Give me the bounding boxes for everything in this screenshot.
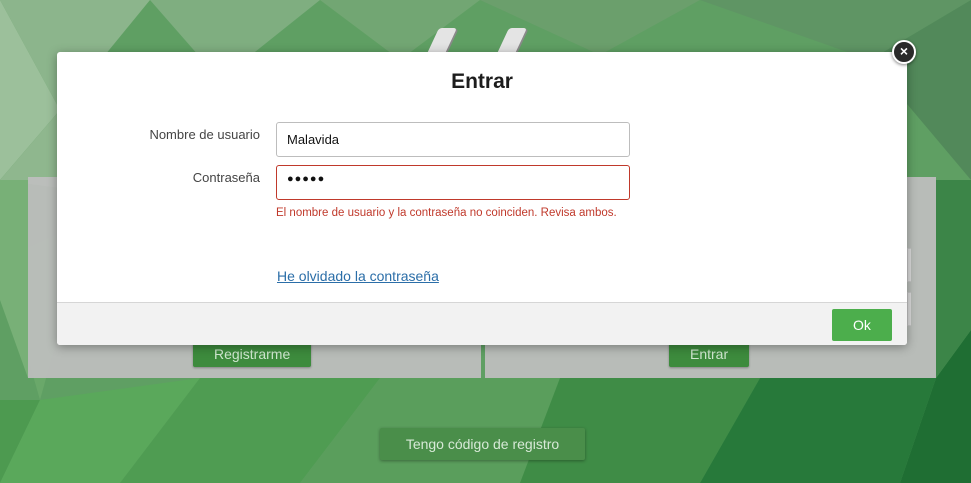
ok-button[interactable]: Ok — [832, 309, 892, 341]
registration-code-button[interactable]: Tengo código de registro — [380, 428, 585, 460]
modal-footer: Ok — [57, 302, 907, 345]
close-icon[interactable]: × — [892, 40, 916, 64]
modal-title: Entrar — [451, 70, 513, 93]
login-modal: Entrar Nombre de usuario Contraseña ●●●●… — [57, 52, 907, 345]
username-input[interactable] — [276, 122, 630, 157]
username-label: Nombre de usuario — [149, 127, 260, 142]
password-input[interactable] — [276, 165, 630, 200]
background-password-input — [907, 292, 911, 326]
forgot-password-link[interactable]: He olvidado la contraseña — [277, 268, 439, 284]
password-label: Contraseña — [192, 170, 260, 185]
background-username-input — [907, 248, 911, 282]
login-error-message: El nombre de usuario y la contraseña no … — [276, 207, 617, 219]
